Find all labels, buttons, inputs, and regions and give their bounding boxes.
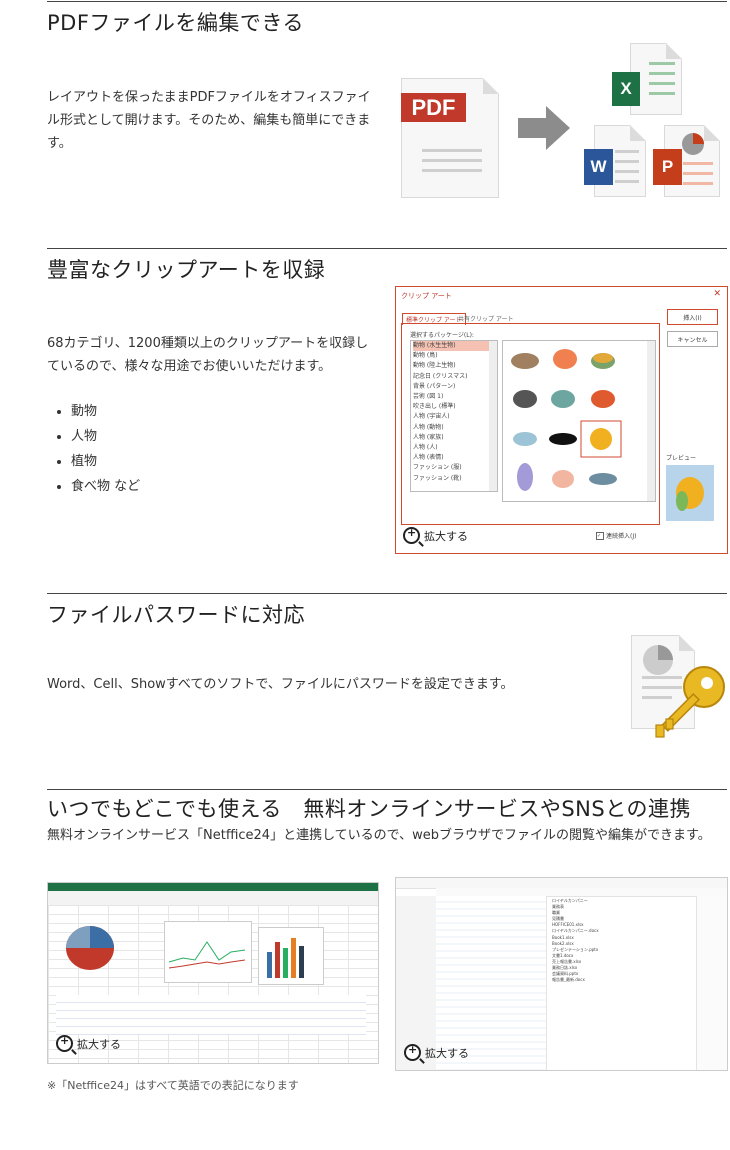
list-item[interactable]: 記念日 (クリスマス) — [413, 372, 497, 382]
dialog-panel: 選択するパッケージ(L): 動物 (水生生物) 動物 (鳥) 動物 (陸上生物)… — [401, 323, 660, 525]
section-divider — [47, 248, 727, 249]
preview-label: プレビュー — [666, 455, 697, 462]
insert-button[interactable]: 挿入(I) — [667, 309, 718, 325]
section-divider — [47, 789, 727, 790]
select-package-label: 選択するパッケージ(L): — [410, 332, 474, 339]
section-divider — [47, 593, 727, 594]
zoom-label: 拡大する — [77, 1037, 121, 1051]
pie-chart-thumb — [66, 926, 114, 970]
zoom-button[interactable]: 拡大する — [403, 526, 468, 544]
list-item[interactable]: 動物 (水生生物) — [413, 341, 497, 352]
zoom-label: 拡大する — [425, 1046, 469, 1060]
zoom-icon — [56, 1034, 73, 1052]
list-item: 食べ物 など — [71, 474, 140, 499]
details-pane — [696, 896, 727, 1070]
section-title: いつでもどこでも使える 無料オンラインサービスやSNSとの連携 — [47, 797, 691, 821]
zoom-icon — [403, 526, 420, 544]
clipart-thumbnails — [511, 349, 622, 491]
list-item[interactable]: 人物 (人) — [413, 443, 497, 453]
zoom-icon — [404, 1043, 421, 1061]
continuous-insert-checkbox[interactable]: ✓ 連続挿入(J) — [596, 531, 636, 540]
category-list: 動物 人物 植物 食べ物 など — [47, 399, 140, 499]
section-body: Word、Cell、Showすべてのソフトで、ファイルにパスワードを設定できます… — [47, 677, 514, 692]
file-browser-screenshot[interactable]: ロイヤルカンパニー 業務表 職業 見積書 HOFFICE01.xlsx ロイヤル… — [395, 877, 728, 1071]
footnote: ※「Netffice24」はすべて英語での表記になります — [47, 1079, 299, 1092]
zoom-button[interactable]: 拡大する — [56, 1034, 121, 1052]
list-item[interactable]: 人物 (表情) — [413, 453, 497, 463]
spreadsheet-screenshot[interactable]: 拡大する — [47, 882, 379, 1064]
list-item[interactable]: 動物 (鳥) — [413, 351, 497, 361]
section-body: レイアウトを保ったままPDFファイルをオフィスファイル形式として開けます。そのた… — [47, 90, 371, 151]
list-item[interactable]: 動物 (陸上生物) — [413, 361, 497, 371]
clipart-dialog-screenshot[interactable]: クリップ アート ✕ 標準クリップ アート 共有クリップ アート 選択するパッケ… — [395, 286, 728, 554]
excel-badge: X — [612, 72, 640, 106]
section-divider — [47, 1, 727, 2]
section-title: 豊富なクリップアートを収録 — [47, 258, 326, 282]
file-item[interactable]: 報告書_最新.docx — [552, 977, 692, 983]
ppt-badge: P — [653, 149, 682, 185]
list-item[interactable]: ファッション (靴) — [413, 474, 497, 484]
word-badge: W — [584, 149, 613, 185]
category-listbox[interactable]: 動物 (水生生物) 動物 (鳥) 動物 (陸上生物) 記念日 (クリスマス) 背… — [410, 340, 498, 492]
section-body: 無料オンラインサービス「Netffice24」と連携しているので、webブラウザ… — [47, 828, 711, 843]
list-item[interactable]: 人物 (動物) — [413, 423, 497, 433]
list-item: 植物 — [71, 449, 140, 474]
section-title: PDFファイルを編集できる — [47, 11, 304, 35]
list-item: 人物 — [71, 424, 140, 449]
key-icon — [655, 666, 725, 738]
dialog-title: クリップ アート — [401, 292, 452, 300]
clipart-thumbnail-grid[interactable] — [502, 340, 656, 502]
preview-image — [666, 465, 714, 521]
line-chart-thumb — [164, 921, 252, 983]
cancel-button[interactable]: キャンセル — [667, 331, 718, 347]
file-list: ロイヤルカンパニー 業務表 職業 見積書 HOFFICE01.xlsx ロイヤル… — [552, 898, 692, 983]
list-item[interactable]: 芸術 (図 1) — [413, 392, 497, 402]
section-title: ファイルパスワードに対応 — [47, 603, 305, 627]
close-icon[interactable]: ✕ — [713, 289, 721, 299]
tab-shared-clipart[interactable]: 共有クリップ アート — [458, 314, 514, 323]
pie-chart-icon — [682, 133, 704, 155]
list-item[interactable]: 吹き出し (標準) — [413, 402, 497, 412]
arrow-right-icon — [518, 106, 570, 150]
zoom-button[interactable]: 拡大する — [404, 1043, 469, 1061]
section-body: 68カテゴリ、1200種類以上のクリップアートを収録しているので、様々な用途でお… — [47, 336, 369, 374]
list-item: 動物 — [71, 399, 140, 424]
zoom-label: 拡大する — [424, 529, 468, 543]
pdf-badge: PDF — [401, 93, 466, 122]
list-item[interactable]: 背景 (パターン) — [413, 382, 497, 392]
checkbox-label: 連続挿入(J) — [606, 533, 637, 540]
list-item[interactable]: ファッション (服) — [413, 463, 497, 473]
data-table-thumb — [56, 995, 366, 1035]
bar-chart-thumb — [258, 927, 324, 985]
list-item[interactable]: 人物 (家族) — [413, 433, 497, 443]
list-item[interactable]: 人物 (宇宙人) — [413, 412, 497, 422]
